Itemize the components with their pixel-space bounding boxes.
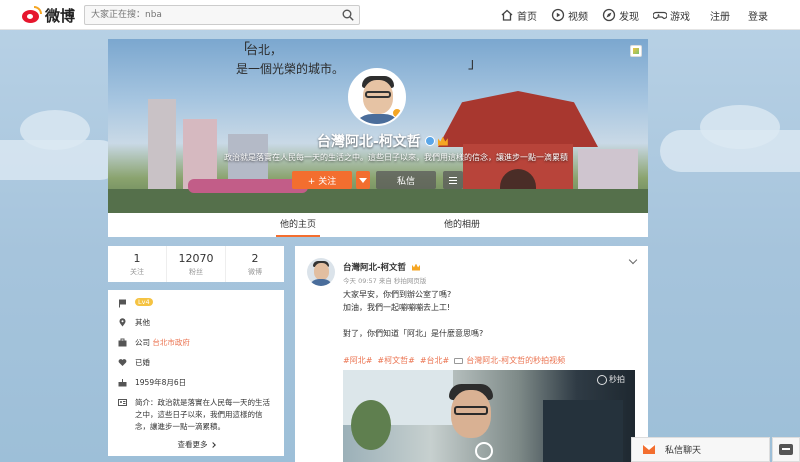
private-chat-bar[interactable]: 私信聊天 (631, 437, 770, 462)
brand-name: 微博 (45, 6, 76, 25)
profile-name: 台灣阿北-柯文哲 (317, 131, 448, 151)
chevron-right-icon (209, 442, 216, 448)
hashtag-link[interactable]: #台北# (420, 355, 449, 366)
chat-toggle-button[interactable] (772, 437, 800, 462)
message-button[interactable]: 私信 (376, 171, 436, 189)
nav-home[interactable]: 首页 (500, 8, 537, 23)
cover-template-icon[interactable] (630, 45, 642, 57)
miaopai-logo-icon (597, 374, 607, 385)
search-box (84, 5, 360, 25)
nav-links: 首页 视频 发现 游戏 注册 登录 (500, 0, 782, 30)
post-menu-chevron-icon[interactable] (628, 255, 638, 265)
verified-badge-icon[interactable] (424, 136, 435, 146)
login-link[interactable]: 登录 (748, 8, 768, 23)
flag-icon (118, 299, 126, 307)
search-input[interactable] (85, 6, 325, 24)
post-text: 大家早安，你們到辦公室了嗎? 加油，我們一起嘣嘣嘣去上工! 對了，你們知道「阿北… (343, 290, 484, 338)
miaopai-watermark: 秒拍 (597, 374, 625, 385)
info-level: Lv4 (116, 298, 276, 308)
video-thumbnail-person (443, 378, 503, 462)
hashtag-link[interactable]: #阿北# (343, 355, 372, 366)
nav-home-label: 首页 (517, 11, 537, 23)
cover-poem-line1: 台北， (246, 43, 283, 57)
person-card-icon (117, 398, 127, 406)
level-badge[interactable]: Lv4 (135, 298, 153, 306)
discover-icon (602, 8, 616, 22)
info-marital: 已婚 (116, 357, 276, 368)
info-bio: 简介：政治就是落實在人民每一天的生活之中，這些日子以來，我們用這樣的信念，讓進步… (116, 397, 276, 433)
info-location: 其他 (116, 317, 276, 328)
tab-home[interactable]: 他的主页 (276, 213, 321, 237)
briefcase-icon (118, 338, 126, 346)
see-more-link[interactable]: 查看更多 (108, 439, 284, 450)
tab-album[interactable]: 他的相册 (444, 213, 480, 237)
search-icon[interactable] (342, 9, 354, 21)
nav-discover[interactable]: 发现 (602, 8, 639, 23)
profile-stats: 1 关注 12070 粉丝 2 微博 (108, 246, 284, 282)
nav-video[interactable]: 视频 (551, 8, 588, 23)
weibo-logo-icon (20, 6, 42, 24)
nav-game[interactable]: 游戏 (653, 8, 690, 23)
stat-posts[interactable]: 2 微博 (226, 246, 284, 282)
more-menu-button[interactable] (443, 171, 463, 189)
video-link-icon (454, 357, 464, 364)
post-meta: 今天 09:57 来自 秒拍网页版 (343, 277, 427, 285)
cover-poem-line2: 是一個光榮的城市。 (236, 62, 345, 76)
vip-crown-icon[interactable] (437, 136, 448, 146)
verified-icon (392, 108, 402, 118)
home-icon (501, 9, 513, 21)
mail-icon (643, 445, 655, 454)
stat-followers[interactable]: 12070 粉丝 (167, 246, 226, 282)
profile-avatar[interactable] (348, 68, 406, 126)
video-link[interactable]: 台灣阿北-柯文哲的秒拍视频 (466, 355, 565, 366)
vip-crown-icon (412, 263, 420, 271)
location-icon (119, 317, 125, 326)
nav-discover-label: 发现 (619, 11, 639, 23)
company-link[interactable]: 台北市政府 (152, 337, 190, 348)
nav-game-label: 游戏 (670, 11, 690, 23)
profile-tabs: 他的主页 他的相册 (108, 213, 648, 237)
weibo-post: 台灣阿北-柯文哲 今天 09:57 来自 秒拍网页版 大家早安，你們到辦公室了嗎… (295, 246, 648, 462)
cake-icon (118, 378, 126, 386)
stat-following[interactable]: 1 关注 (108, 246, 167, 282)
play-icon[interactable] (475, 442, 493, 460)
cloud-decoration (20, 110, 90, 150)
profile-description: 政治就是落實在人民每一天的生活之中。這些日子以來，我們用這樣的信念，讓進步一點一… (224, 153, 568, 162)
cloud-decoration (700, 105, 780, 149)
post-tags: #阿北# #柯文哲# #台北# 台灣阿北-柯文哲的秒拍视频 (343, 355, 570, 366)
menu-icon (449, 176, 457, 178)
video-icon (551, 8, 565, 22)
weibo-logo[interactable]: 微博 (20, 5, 75, 25)
info-birthday: 1959年8月6日 (116, 377, 276, 388)
game-icon (653, 11, 667, 20)
post-author-name[interactable]: 台灣阿北-柯文哲 (343, 261, 420, 273)
post-author-avatar[interactable] (307, 258, 335, 286)
post-video[interactable]: 秒拍 (343, 370, 635, 462)
register-link[interactable]: 注册 (710, 8, 730, 23)
follow-button[interactable]: + 关注 (292, 171, 352, 189)
info-company: 公司 台北市政府 (116, 337, 276, 348)
nav-video-label: 视频 (568, 11, 588, 23)
top-navbar: 微博 首页 视频 发现 游戏 注册 登录 (0, 0, 800, 30)
profile-info-card: Lv4 其他 公司 台北市政府 已婚 1959年8月6日 简介：政治就是落實在人… (108, 290, 284, 456)
follow-dropdown-button[interactable] (356, 171, 370, 189)
chat-bubble-icon (779, 444, 793, 455)
hashtag-link[interactable]: #柯文哲# (377, 355, 414, 366)
heart-icon (118, 358, 126, 366)
north-gate-roof (438, 91, 598, 147)
cover-poem: 「 台北， 是一個光榮的城市。 」 (236, 42, 482, 76)
